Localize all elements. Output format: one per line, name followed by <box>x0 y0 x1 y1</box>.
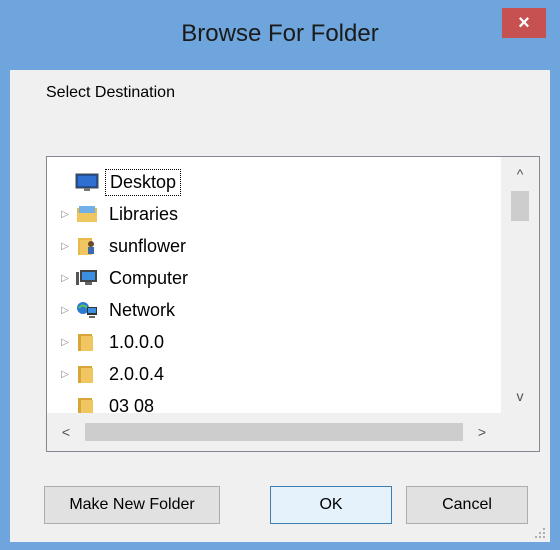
user-folder-icon <box>75 235 99 257</box>
desktop-icon <box>75 171 99 193</box>
tree-item-label: Computer <box>109 267 189 288</box>
cancel-button[interactable]: Cancel <box>406 486 528 524</box>
horizontal-scroll-thumb[interactable] <box>85 423 463 441</box>
expander <box>59 167 71 197</box>
folder-icon <box>75 363 99 385</box>
expander-icon[interactable]: ▷ <box>59 199 71 229</box>
tree-item-libraries[interactable]: ▷ Libraries <box>59 199 182 229</box>
expander-icon[interactable]: ▷ <box>59 327 71 357</box>
expander-icon[interactable]: ▷ <box>59 295 71 325</box>
browse-for-folder-dialog: Browse For Folder × Select Destination D… <box>0 0 560 550</box>
expander <box>59 391 71 413</box>
tree-item-sunflower[interactable]: ▷ sunflower <box>59 231 190 261</box>
title-bar[interactable]: Browse For Folder × <box>0 0 560 70</box>
chevron-down-icon: v <box>516 388 524 404</box>
tree-item-03-08[interactable]: 03 08 <box>59 391 158 413</box>
ok-button[interactable]: OK <box>270 486 392 524</box>
chevron-right-icon: > <box>477 424 487 440</box>
tree-item-label: Network <box>109 299 176 320</box>
expander-icon[interactable]: ▷ <box>59 263 71 293</box>
folder-icon <box>75 395 99 413</box>
libraries-icon <box>75 203 99 225</box>
close-icon: × <box>518 11 530 34</box>
scrollbar-corner <box>501 413 539 451</box>
horizontal-scrollbar[interactable]: < > <box>47 413 501 451</box>
tree-item-label: Libraries <box>109 203 179 224</box>
resize-grip-icon[interactable] <box>534 526 546 538</box>
tree-item-label: 03 08 <box>109 395 155 414</box>
tree-item-label: Desktop <box>105 168 182 196</box>
tree-item-network[interactable]: ▷ Network <box>59 295 179 325</box>
expander-icon[interactable]: ▷ <box>59 359 71 389</box>
tree-item-label: 1.0.0.0 <box>109 331 165 352</box>
tree-item-desktop[interactable]: Desktop <box>59 167 182 197</box>
vertical-scrollbar[interactable]: ^ v <box>501 157 539 413</box>
tree-item-2-0-0-4[interactable]: ▷ 2.0.0.4 <box>59 359 168 389</box>
folder-tree[interactable]: Desktop ▷ Libraries ▷ sunflower ▷ Comput… <box>46 156 540 452</box>
tree-item-1-0-0-0[interactable]: ▷ 1.0.0.0 <box>59 327 168 357</box>
scroll-down-button[interactable]: v <box>501 379 539 413</box>
computer-icon <box>75 267 99 289</box>
tree-item-label: sunflower <box>109 235 187 256</box>
close-button[interactable]: × <box>502 8 546 38</box>
network-icon <box>75 299 99 321</box>
folder-icon <box>75 331 99 353</box>
dialog-body: Select Destination Desktop ▷ Libraries ▷… <box>10 70 550 542</box>
tree-item-label: 2.0.0.4 <box>109 363 165 384</box>
expander-icon[interactable]: ▷ <box>59 231 71 261</box>
dialog-title: Browse For Folder <box>181 20 379 47</box>
vertical-scroll-thumb[interactable] <box>511 191 529 221</box>
make-new-folder-button[interactable]: Make New Folder <box>44 486 220 524</box>
prompt-text: Select Destination <box>46 84 175 101</box>
folder-tree-content: Desktop ▷ Libraries ▷ sunflower ▷ Comput… <box>47 157 501 413</box>
chevron-left-icon: < <box>61 424 71 440</box>
scroll-right-button[interactable]: > <box>463 413 501 451</box>
chevron-up-icon: ^ <box>516 166 524 182</box>
scroll-left-button[interactable]: < <box>47 413 85 451</box>
tree-item-computer[interactable]: ▷ Computer <box>59 263 192 293</box>
scroll-up-button[interactable]: ^ <box>501 157 539 191</box>
